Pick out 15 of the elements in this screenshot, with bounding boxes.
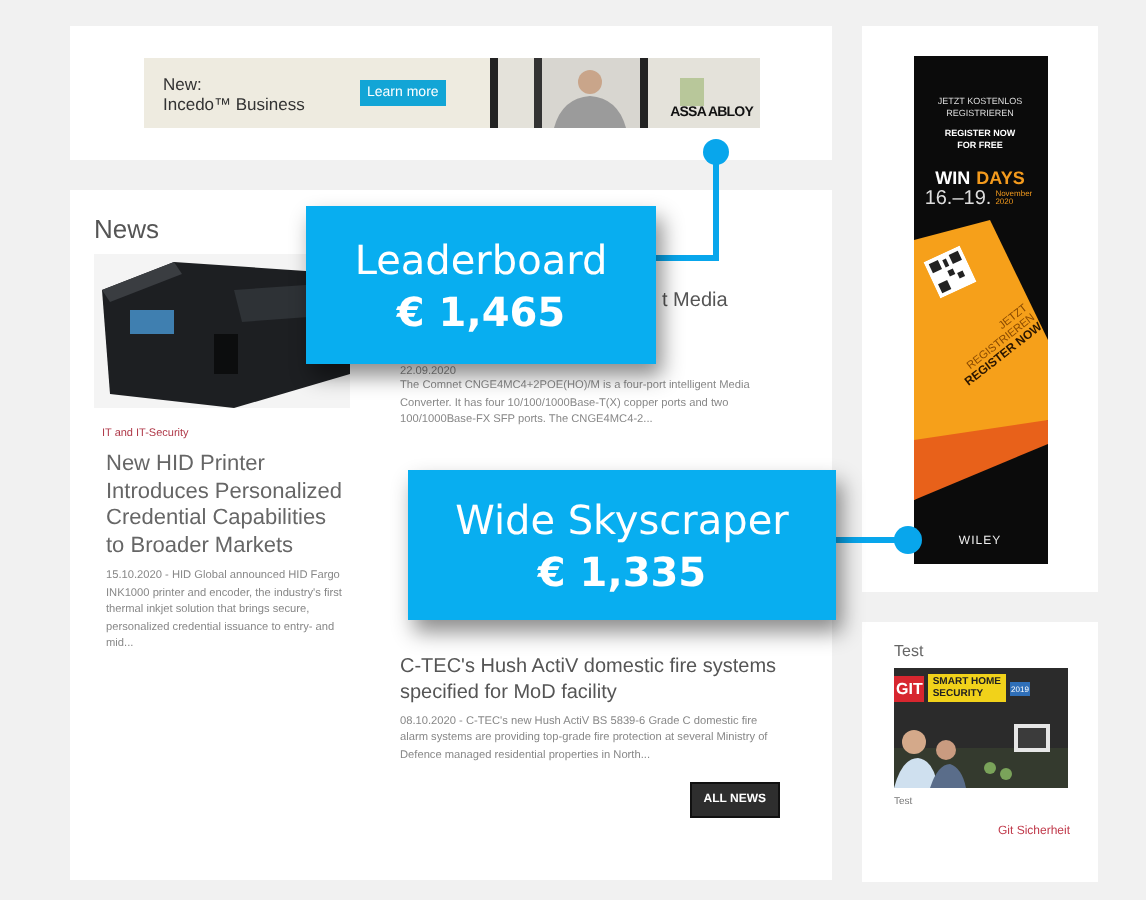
article-title[interactable]: C-TEC's Hush ActiV domestic fire systems specified for MoD facility [400,653,780,706]
ad-dates: 16.–19. [924,187,992,209]
ad-format-label: Leaderboard [354,233,608,285]
section-heading: Test [894,642,926,660]
ad-price: € 1,465 [396,285,566,337]
masthead: GIT [894,675,925,701]
article-title[interactable]: t Media [662,290,728,312]
article-title[interactable]: New HID Printer Introduces Personalized Credential Capabilities to Broader Markets [94,452,350,560]
ad-format-label: Wide Skyscraper [455,493,789,545]
ad-kicker: New: [163,73,204,93]
ad-price: € 1,335 [537,545,707,597]
section-heading: News [94,214,162,244]
ad-product: Incedo™ Business [163,93,307,113]
ad-headline: DAYS [976,167,1025,187]
ad-headline: WIN [935,167,971,187]
